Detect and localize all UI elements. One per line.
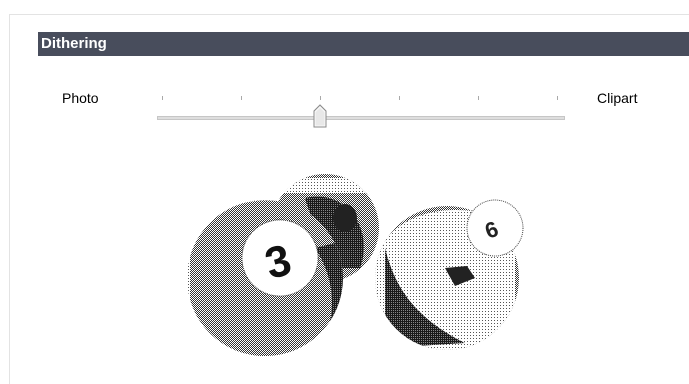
slider-thumb[interactable] [313, 104, 327, 128]
section-header: Dithering [38, 32, 689, 56]
slider-tick [320, 96, 321, 100]
slider-tick [162, 96, 163, 100]
slider-track[interactable] [157, 116, 565, 120]
slider-tick [478, 96, 479, 100]
section-title: Dithering [41, 35, 107, 52]
dithering-preview-image: 6 3 [187, 174, 524, 356]
slider-tick [241, 96, 242, 100]
slider-label-photo: Photo [62, 90, 99, 106]
billiard-ball-six: 6 [375, 199, 524, 350]
slider-label-clipart: Clipart [597, 90, 638, 106]
dithering-slider[interactable] [155, 88, 567, 136]
slider-tick [557, 96, 558, 100]
slider-tick [399, 96, 400, 100]
